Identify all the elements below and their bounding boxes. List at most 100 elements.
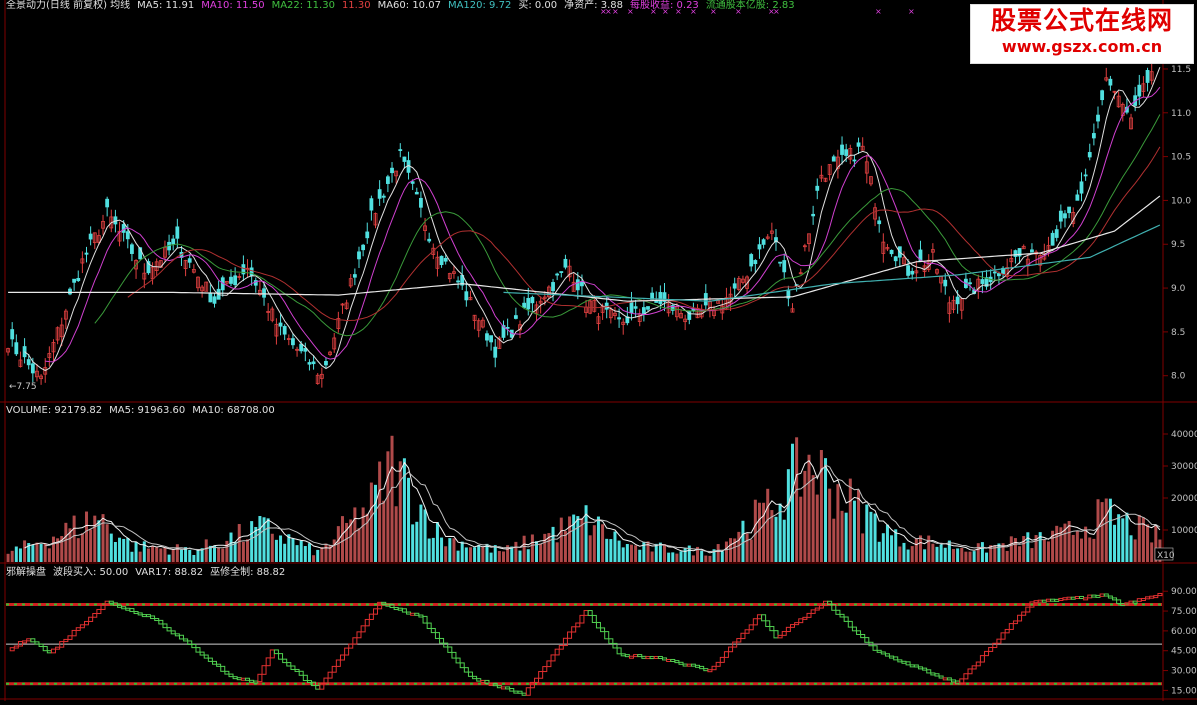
indicator-step xyxy=(806,612,812,618)
volume-bar xyxy=(555,542,559,562)
volume-bar xyxy=(667,552,671,562)
indicator-step xyxy=(439,637,445,644)
indicator-step xyxy=(678,661,684,665)
candle-body xyxy=(324,360,328,366)
volume-bar xyxy=(605,538,609,562)
candle-body xyxy=(385,176,390,184)
volume-bar xyxy=(283,543,287,562)
indicator-step xyxy=(261,665,267,675)
candle-body xyxy=(943,279,948,287)
volume-bar xyxy=(196,549,200,562)
candle-body xyxy=(439,255,444,266)
volume-bar xyxy=(902,542,906,562)
signal-marker: × xyxy=(875,7,882,16)
volume-bar xyxy=(1113,524,1117,562)
volume-bar xyxy=(939,544,943,562)
candle-body xyxy=(505,326,510,329)
candle-body xyxy=(175,226,180,239)
indicator-step xyxy=(1012,620,1018,625)
indicator-step xyxy=(769,626,775,632)
indicator-step xyxy=(451,651,457,659)
indicator-step xyxy=(298,670,304,676)
indicator-step xyxy=(554,648,560,656)
indicator-step xyxy=(195,647,201,653)
volume-bar xyxy=(1133,539,1137,562)
volume-bar xyxy=(101,514,105,562)
indicator-step xyxy=(662,657,668,661)
indicator-step xyxy=(203,654,209,659)
indicator-step xyxy=(154,618,160,622)
candle-body xyxy=(831,156,836,162)
volume-bar xyxy=(885,524,889,562)
y-tick-label: 10000 xyxy=(1171,526,1197,536)
y-tick-label: 40000 xyxy=(1171,430,1197,440)
indicator-step xyxy=(352,637,358,645)
indicator-step xyxy=(996,638,1002,644)
chart-canvas[interactable]: 8.08.59.09.510.010.511.011.512.010000200… xyxy=(0,0,1197,701)
volume-bar xyxy=(221,548,225,562)
indicator-step xyxy=(220,665,226,672)
indicator-step xyxy=(236,677,242,681)
volume-bar xyxy=(675,553,679,562)
volume-bar xyxy=(609,539,613,562)
candle-body xyxy=(1030,249,1034,253)
candle-body xyxy=(906,265,910,276)
legend-item: MA5: 11.91 xyxy=(137,0,195,11)
candle-body xyxy=(402,156,407,162)
indicator-step xyxy=(63,638,69,643)
indicator-step xyxy=(525,687,531,696)
volume-bar xyxy=(427,538,431,562)
volume-bar xyxy=(415,521,419,562)
candle-body xyxy=(811,213,816,217)
indicator-step xyxy=(344,647,350,656)
candle-body xyxy=(555,273,560,276)
indicator-step xyxy=(666,658,672,662)
candle-body xyxy=(761,239,766,245)
indicator-step xyxy=(608,638,614,644)
volume-bar xyxy=(39,544,43,562)
indicator-step xyxy=(963,673,969,680)
indicator-step xyxy=(170,630,176,635)
indicator-step xyxy=(984,650,990,657)
indicator-step xyxy=(777,634,783,639)
candle-body xyxy=(229,276,233,284)
volume-bar xyxy=(431,537,435,562)
volume-bar xyxy=(448,538,452,562)
y-tick-label: 8.0 xyxy=(1171,372,1186,382)
legend-item: MA10: 68708.00 xyxy=(192,405,275,416)
indicator-step xyxy=(1149,595,1155,599)
volume-bar xyxy=(1125,512,1129,562)
legend-item: MA60: 10.07 xyxy=(377,0,441,11)
candle-body xyxy=(299,343,304,352)
volume-bar xyxy=(151,546,155,562)
indicator-step xyxy=(1054,598,1060,602)
candle-body xyxy=(125,231,130,240)
volume-bar xyxy=(452,538,456,562)
indicator-step xyxy=(480,679,486,683)
indicator-step xyxy=(880,651,886,655)
volume-bar xyxy=(741,520,745,562)
volume-bar xyxy=(43,543,47,562)
volume-bar xyxy=(340,516,344,562)
indicator-step xyxy=(447,646,453,653)
indicator-step xyxy=(975,661,981,667)
indicator-step xyxy=(393,607,399,611)
indicator-step xyxy=(1025,606,1031,613)
candle-body xyxy=(889,249,894,255)
volume-bar xyxy=(163,547,167,562)
indicator-step xyxy=(756,614,762,620)
indicator-step xyxy=(1074,595,1080,599)
y-tick-label: 11.5 xyxy=(1171,65,1191,75)
indicator-step xyxy=(84,620,90,626)
volume-bar xyxy=(497,551,501,562)
indicator-step xyxy=(463,667,469,673)
volume-bar xyxy=(700,550,704,562)
indicator-step xyxy=(785,626,791,633)
candle-body xyxy=(1058,210,1063,222)
indicator-step xyxy=(600,627,606,633)
legend-item: MA120: 9.72 xyxy=(447,0,512,11)
indicator-step xyxy=(889,655,895,659)
indicator-step xyxy=(397,607,403,611)
indicator-step xyxy=(1132,600,1138,604)
volume-bar xyxy=(774,516,778,562)
